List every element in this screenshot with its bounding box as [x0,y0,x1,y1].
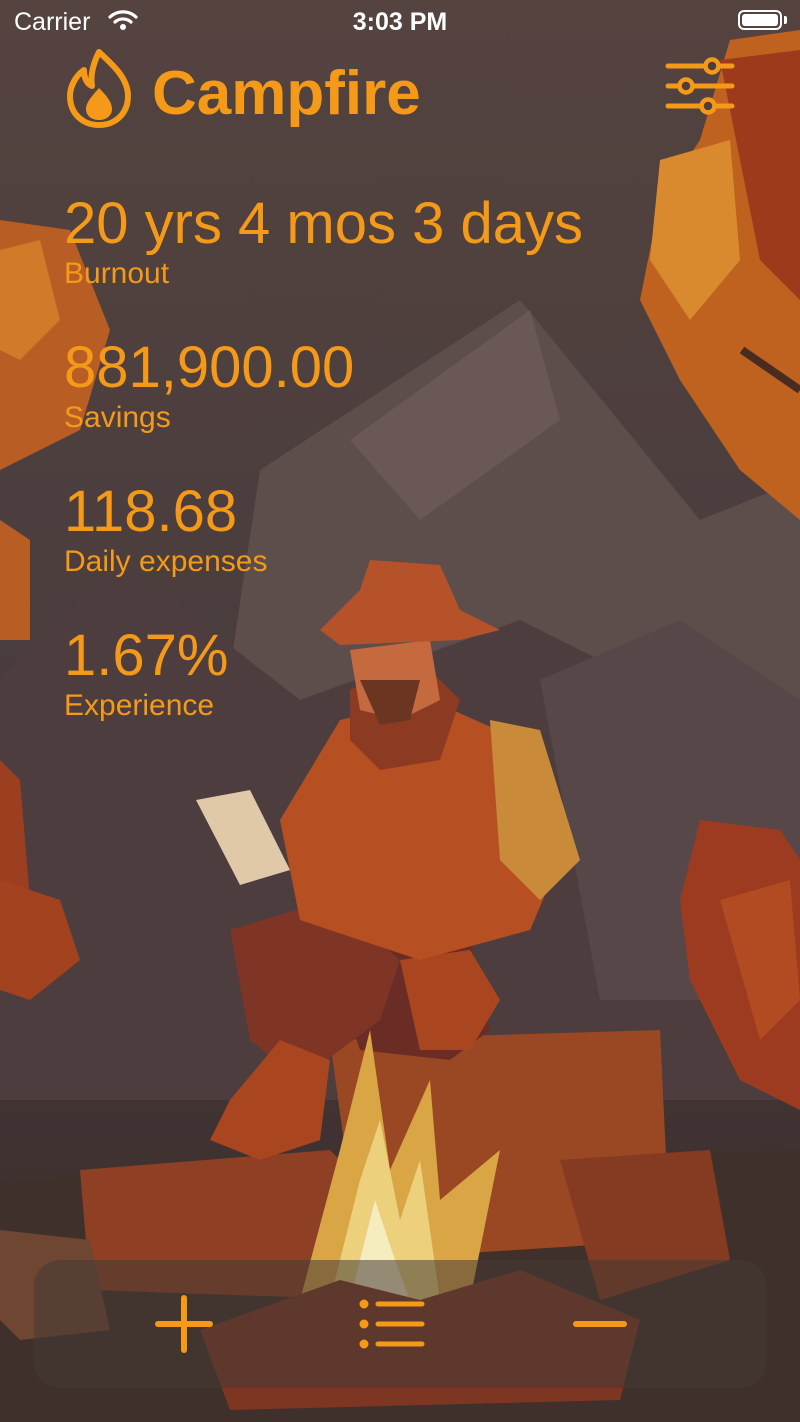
stat-label: Daily expenses [64,545,268,578]
plus-icon [155,1295,213,1353]
stat-savings: 881,900.00 Savings [64,334,764,436]
stat-label: Burnout [64,257,170,290]
app-title: Campfire [152,59,421,128]
stat-label: Savings [64,401,171,434]
list-button[interactable] [354,1288,430,1360]
battery-cap [784,16,787,24]
list-icon [359,1299,425,1349]
stat-value: 20 yrs 4 mos 3 days [64,191,583,256]
minus-icon [573,1321,627,1327]
subtract-button[interactable] [562,1288,638,1360]
app-header: Campfire [0,44,800,154]
settings-sliders-button[interactable] [664,56,736,116]
stat-label: Experience [64,689,215,722]
stat-daily-expenses: 118.68 Daily expenses [64,478,764,580]
bottom-toolbar [34,1260,766,1388]
add-button[interactable] [146,1288,222,1360]
stat-value: 118.68 [64,479,238,544]
stat-value: 1.67% [64,623,229,688]
clock: 3:03 PM [352,8,448,36]
stat-experience: 1.67% Experience [64,622,764,724]
battery-icon [738,10,782,30]
stat-value: 881,900.00 [64,335,355,400]
status-bar: Carrier 3:03 PM [0,0,800,44]
sliders-icon [665,57,735,115]
stat-burnout: 20 yrs 4 mos 3 days Burnout [64,190,764,292]
app-screen: Carrier 3:03 PM Campfire 20 yrs 4 mos 3 … [0,0,800,1422]
flame-logo-icon [66,48,132,133]
